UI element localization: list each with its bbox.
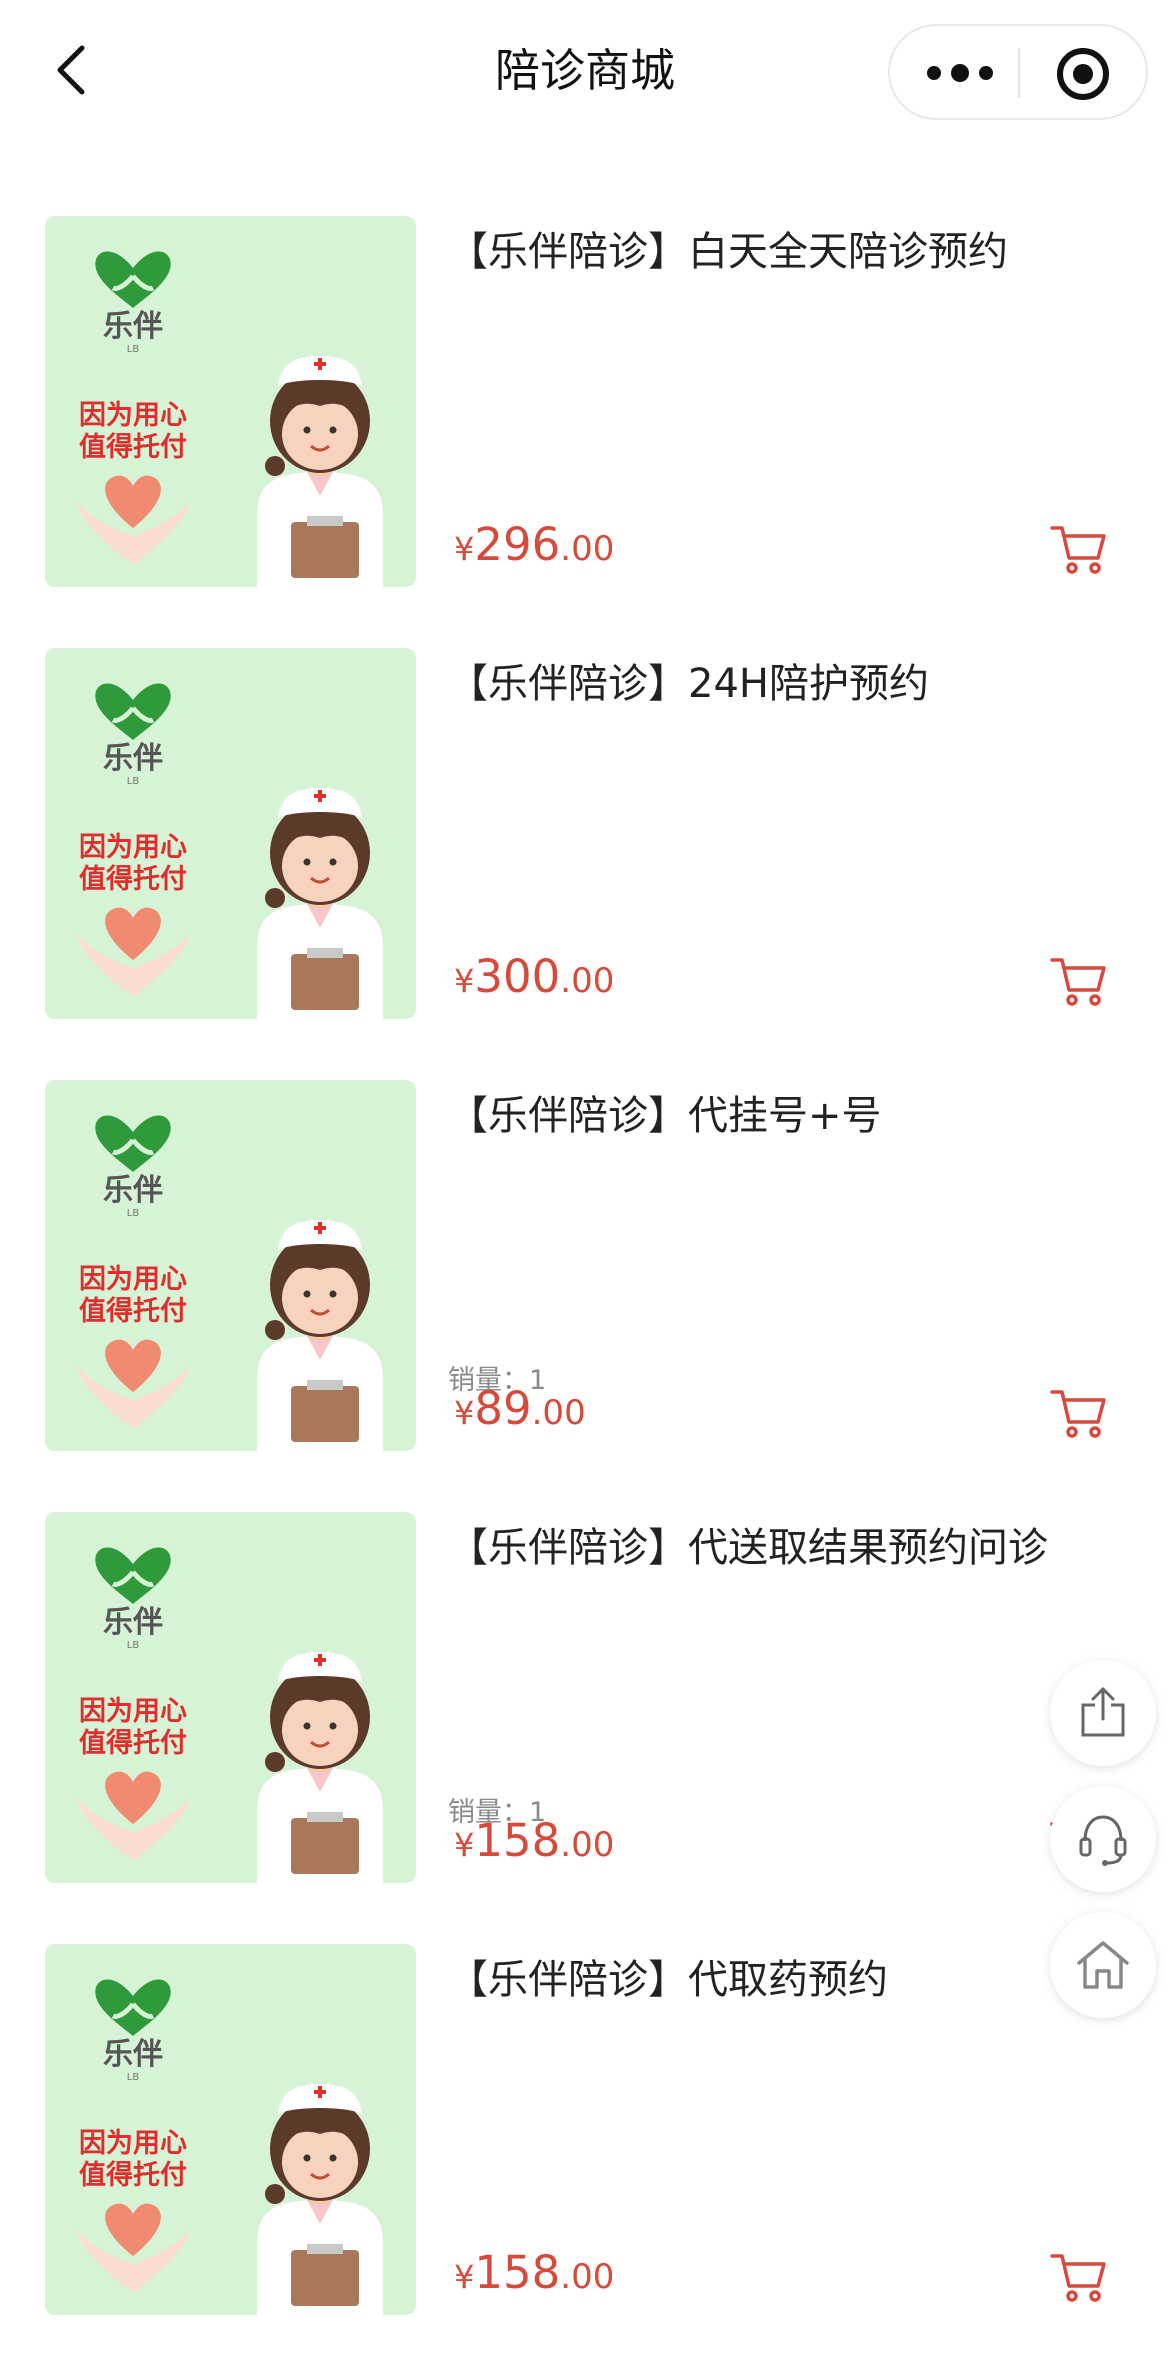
cart-icon bbox=[1050, 526, 1106, 574]
price-integer: 89 bbox=[474, 1382, 532, 1435]
product-card[interactable]: 乐伴 LB 因为用心 值得托付 bbox=[0, 648, 1170, 1080]
nav-bar: 陪诊商城 bbox=[0, 0, 1170, 140]
product-price: ¥158.00 bbox=[454, 1814, 614, 1867]
back-button[interactable] bbox=[48, 40, 96, 100]
customer-service-button[interactable] bbox=[1050, 1786, 1156, 1892]
product-price: ¥296.00 bbox=[454, 518, 614, 571]
add-to-cart-button[interactable] bbox=[1050, 2250, 1108, 2304]
product-image[interactable]: 乐伴 LB 因为用心 值得托付 bbox=[45, 216, 416, 587]
heart-hands-icon bbox=[75, 907, 191, 996]
nurse-illustration-icon bbox=[257, 2084, 383, 2315]
slogan-line2: 值得托付 bbox=[79, 864, 187, 895]
price-decimal: .00 bbox=[560, 2257, 615, 2297]
heart-hands-icon bbox=[75, 1771, 191, 1860]
product-price: ¥158.00 bbox=[454, 2246, 614, 2299]
share-button[interactable] bbox=[1050, 1660, 1156, 1766]
chevron-left-icon bbox=[57, 45, 85, 95]
product-name[interactable]: 【乐伴陪诊】白天全天陪诊预约 bbox=[448, 224, 1088, 280]
logo-icon bbox=[95, 683, 171, 740]
brand-sub-text: LB bbox=[127, 1640, 140, 1651]
target-icon bbox=[1057, 48, 1109, 100]
logo-icon bbox=[95, 1979, 171, 2036]
add-to-cart-button[interactable] bbox=[1050, 522, 1108, 576]
heart-hands-icon bbox=[75, 475, 191, 564]
more-dots-icon bbox=[927, 64, 993, 82]
slogan-line2: 值得托付 bbox=[79, 1296, 187, 1327]
share-icon bbox=[1081, 1687, 1125, 1737]
currency-symbol: ¥ bbox=[454, 530, 475, 568]
slogan-line2: 值得托付 bbox=[79, 2160, 187, 2191]
currency-symbol: ¥ bbox=[454, 1826, 475, 1864]
capsule-divider bbox=[1018, 48, 1020, 98]
slogan-line1: 因为用心 bbox=[79, 1264, 187, 1295]
currency-symbol: ¥ bbox=[454, 1394, 475, 1432]
add-to-cart-button[interactable] bbox=[1050, 1386, 1108, 1440]
product-name[interactable]: 【乐伴陪诊】代送取结果预约问诊 bbox=[448, 1520, 1088, 1576]
product-list: 乐伴 LB 因为用心 值得托付 【乐伴陪诊】白天全天陪诊预约 ¥296.00 乐… bbox=[0, 216, 1170, 2376]
currency-symbol: ¥ bbox=[454, 2258, 475, 2296]
logo-icon bbox=[95, 1115, 171, 1172]
product-name[interactable]: 【乐伴陪诊】24H陪护预约 bbox=[448, 656, 1088, 712]
product-image[interactable]: 乐伴 LB 因为用心 值得托付 bbox=[45, 648, 416, 1019]
customer-service-icon bbox=[1079, 1815, 1127, 1866]
close-button[interactable] bbox=[1054, 46, 1112, 102]
product-image[interactable]: 乐伴 LB 因为用心 值得托付 bbox=[45, 1080, 416, 1451]
price-decimal: .00 bbox=[560, 529, 615, 569]
slogan-line1: 因为用心 bbox=[79, 1696, 187, 1727]
nurse-illustration-icon bbox=[257, 788, 383, 1019]
heart-hands-icon bbox=[75, 2203, 191, 2292]
brand-sub-text: LB bbox=[127, 776, 140, 787]
brand-text: 乐伴 bbox=[103, 741, 163, 776]
price-decimal: .00 bbox=[560, 961, 615, 1001]
add-to-cart-button[interactable] bbox=[1050, 954, 1108, 1008]
brand-text: 乐伴 bbox=[103, 1605, 163, 1640]
logo-icon bbox=[95, 251, 171, 308]
more-button[interactable] bbox=[920, 46, 1000, 100]
brand-text: 乐伴 bbox=[103, 1173, 163, 1208]
nurse-illustration-icon bbox=[257, 356, 383, 587]
brand-text: 乐伴 bbox=[103, 309, 163, 344]
product-price: ¥89.00 bbox=[454, 1382, 586, 1435]
price-integer: 300 bbox=[474, 950, 561, 1003]
heart-hands-icon bbox=[75, 1339, 191, 1428]
brand-text: 乐伴 bbox=[103, 2037, 163, 2072]
product-name[interactable]: 【乐伴陪诊】代取药预约 bbox=[448, 1952, 1088, 2008]
currency-symbol: ¥ bbox=[454, 962, 475, 1000]
price-integer: 158 bbox=[474, 1814, 561, 1867]
brand-sub-text: LB bbox=[127, 344, 140, 355]
price-decimal: .00 bbox=[560, 1825, 615, 1865]
slogan-line1: 因为用心 bbox=[79, 832, 187, 863]
product-card[interactable]: 乐伴 LB 因为用心 值得托付 bbox=[0, 1080, 1170, 1512]
slogan-line1: 因为用心 bbox=[79, 400, 187, 431]
brand-sub-text: LB bbox=[127, 1208, 140, 1219]
price-decimal: .00 bbox=[531, 1393, 586, 1433]
cart-icon bbox=[1050, 2254, 1106, 2302]
slogan-line2: 值得托付 bbox=[79, 1728, 187, 1759]
mini-program-capsule bbox=[888, 24, 1148, 120]
product-image[interactable]: 乐伴 LB 因为用心 值得托付 bbox=[45, 1944, 416, 2315]
home-icon bbox=[1077, 1941, 1129, 1989]
product-name[interactable]: 【乐伴陪诊】代挂号+号 bbox=[448, 1088, 1088, 1144]
brand-sub-text: LB bbox=[127, 2072, 140, 2083]
product-card[interactable]: 乐伴 LB 因为用心 值得托付 bbox=[0, 216, 1170, 648]
cart-icon bbox=[1050, 958, 1106, 1006]
nurse-illustration-icon bbox=[257, 1220, 383, 1451]
product-card[interactable]: 乐伴 LB 因为用心 值得托付 bbox=[0, 1512, 1170, 1944]
product-price: ¥300.00 bbox=[454, 950, 614, 1003]
cart-icon bbox=[1050, 1390, 1106, 1438]
price-integer: 296 bbox=[474, 518, 561, 571]
home-button[interactable] bbox=[1050, 1912, 1156, 2018]
slogan-line2: 值得托付 bbox=[79, 432, 187, 463]
price-integer: 158 bbox=[474, 2246, 561, 2299]
slogan-line1: 因为用心 bbox=[79, 2128, 187, 2159]
nurse-illustration-icon bbox=[257, 1652, 383, 1883]
product-card[interactable]: 乐伴 LB 因为用心 值得托付 bbox=[0, 1944, 1170, 2376]
product-image[interactable]: 乐伴 LB 因为用心 值得托付 bbox=[45, 1512, 416, 1883]
logo-icon bbox=[95, 1547, 171, 1604]
